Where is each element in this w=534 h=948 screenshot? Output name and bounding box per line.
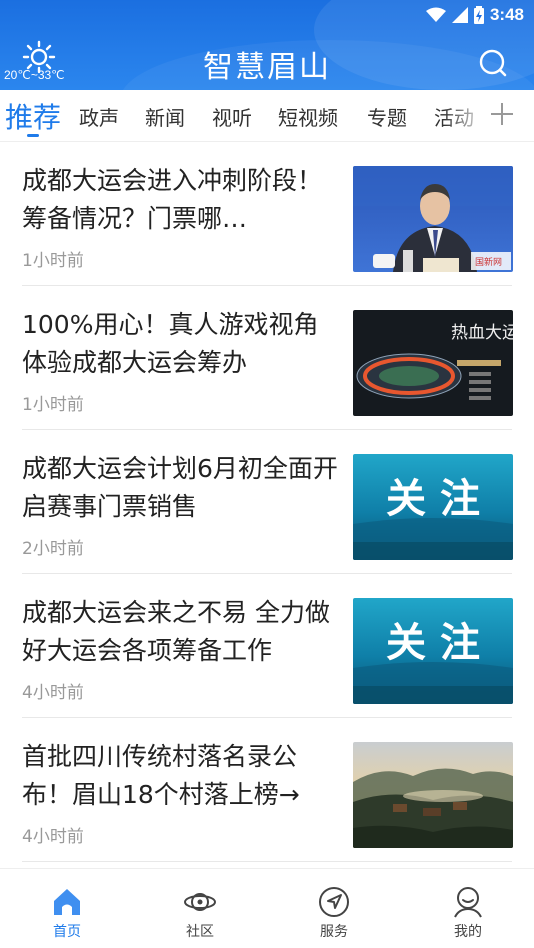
tab-topics[interactable]: 专题 — [367, 102, 407, 131]
village-image — [353, 742, 513, 848]
news-title: 成都大运会来之不易 全力做好大运会各项筹备工作 — [22, 598, 330, 665]
nav-community[interactable]: 社区 — [160, 885, 240, 941]
nav-services[interactable]: 服务 — [294, 885, 374, 941]
news-item[interactable]: 首批四川传统村落名录公布！眉山18个村落上榜→ 4小时前 — [0, 718, 534, 862]
press-tag: 国新网 — [475, 256, 502, 268]
status-time: 3:48 — [489, 5, 524, 24]
news-time: 1小时前 — [22, 395, 84, 415]
news-thumbnail: 热血大运 — [353, 310, 513, 416]
tabs-fade — [444, 90, 494, 141]
nav-label: 首页 — [53, 924, 81, 940]
news-list: 成都大运会进入冲刺阶段！筹备情况？门票哪… 1小时前 国新网 100%用心！真人… — [0, 142, 534, 862]
tab-politics[interactable]: 政声 — [79, 102, 119, 131]
compass-icon — [319, 887, 349, 917]
channel-tabs: 推荐 政声 新闻 视听 短视频 专题 活动 — [0, 90, 534, 142]
tab-video[interactable]: 视听 — [212, 102, 252, 131]
search-icon[interactable] — [478, 48, 508, 78]
wifi-icon — [425, 7, 446, 22]
news-time: 2小时前 — [22, 539, 84, 559]
active-tab-indicator — [27, 134, 39, 137]
tab-news[interactable]: 新闻 — [145, 102, 185, 131]
news-time: 4小时前 — [22, 683, 84, 703]
tab-short-video[interactable]: 短视频 — [278, 102, 338, 131]
app-header: 3:48 20℃~33℃ 智慧眉山 — [0, 0, 534, 90]
planet-icon — [184, 893, 216, 911]
news-time: 4小时前 — [22, 827, 84, 847]
news-thumbnail — [353, 742, 513, 848]
stadium-title: 热血大运 — [451, 323, 513, 343]
focus-banner-image: 关 注 — [353, 598, 513, 704]
news-thumbnail: 国新网 — [353, 166, 513, 272]
focus-text: 关 注 — [386, 476, 480, 522]
news-time: 1小时前 — [22, 251, 84, 271]
news-item[interactable]: 成都大运会来之不易 全力做好大运会各项筹备工作 4小时前 关 注 — [0, 574, 534, 718]
plus-icon[interactable] — [488, 100, 516, 128]
divider — [22, 861, 512, 862]
status-bar: 3:48 — [425, 4, 524, 26]
battery-icon — [473, 6, 484, 24]
news-thumbnail: 关 注 — [353, 454, 513, 560]
news-title: 成都大运会计划6月初全面开启赛事门票销售 — [22, 454, 338, 521]
news-thumbnail: 关 注 — [353, 598, 513, 704]
nav-label: 我的 — [454, 924, 482, 940]
home-icon — [54, 889, 80, 915]
nav-profile[interactable]: 我的 — [428, 885, 508, 941]
tab-recommend[interactable]: 推荐 — [5, 96, 61, 136]
user-icon — [454, 887, 482, 918]
press-conference-image: 国新网 — [353, 166, 513, 272]
nav-home[interactable]: 首页 — [27, 885, 107, 941]
focus-text: 关 注 — [386, 620, 480, 666]
news-item[interactable]: 成都大运会计划6月初全面开启赛事门票销售 2小时前 关 注 — [0, 430, 534, 574]
bottom-navigation: 首页 社区 服务 我的 — [0, 868, 534, 948]
app-title: 智慧眉山 — [203, 50, 331, 85]
stadium-image: 热血大运 — [353, 310, 513, 416]
news-title: 成都大运会进入冲刺阶段！筹备情况？门票哪… — [22, 166, 323, 233]
news-title: 首批四川传统村落名录公布！眉山18个村落上榜→ — [22, 742, 300, 809]
news-item[interactable]: 成都大运会进入冲刺阶段！筹备情况？门票哪… 1小时前 国新网 — [0, 142, 534, 286]
nav-label: 服务 — [320, 924, 348, 940]
news-item[interactable]: 100%用心！真人游戏视角体验成都大运会筹办 1小时前 热血大运 — [0, 286, 534, 430]
focus-banner-image: 关 注 — [353, 454, 513, 560]
news-title: 100%用心！真人游戏视角体验成都大运会筹办 — [22, 310, 319, 377]
signal-icon — [451, 7, 468, 23]
nav-label: 社区 — [186, 924, 214, 940]
